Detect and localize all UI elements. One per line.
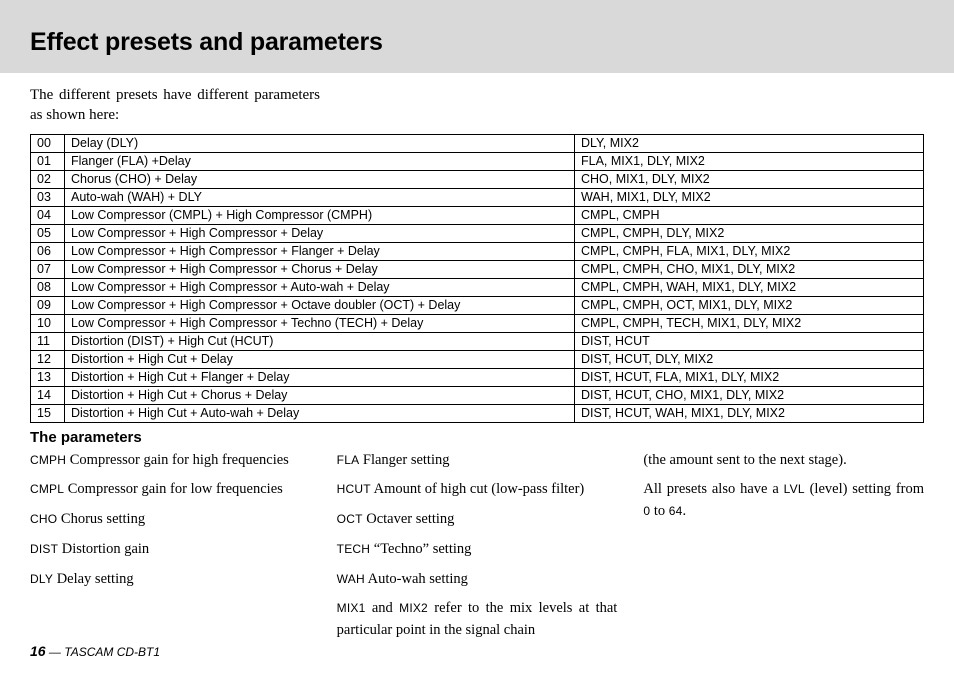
preset-number: 12: [31, 350, 65, 368]
preset-description: Distortion (DIST) + High Cut (HCUT): [65, 332, 575, 350]
preset-params: CMPL, CMPH, OCT, MIX1, DLY, MIX2: [575, 296, 924, 314]
preset-number: 01: [31, 152, 65, 170]
preset-description: Low Compressor + High Compressor + Flang…: [65, 242, 575, 260]
preset-params: DIST, HCUT: [575, 332, 924, 350]
preset-params: DIST, HCUT, CHO, MIX1, DLY, MIX2: [575, 386, 924, 404]
def-cho: CHO Chorus setting: [30, 509, 311, 531]
preset-number: 00: [31, 134, 65, 152]
def-mix: MIX1 and MIX2 refer to the mix levels at…: [337, 598, 618, 642]
table-row: 11Distortion (DIST) + High Cut (HCUT)DIS…: [31, 332, 924, 350]
preset-params: DIST, HCUT, FLA, MIX1, DLY, MIX2: [575, 368, 924, 386]
preset-params: DLY, MIX2: [575, 134, 924, 152]
preset-description: Delay (DLY): [65, 134, 575, 152]
table-row: 13Distortion + High Cut + Flanger + Dela…: [31, 368, 924, 386]
def-dly: DLY Delay setting: [30, 569, 311, 591]
preset-params: CMPL, CMPH, TECH, MIX1, DLY, MIX2: [575, 314, 924, 332]
preset-number: 09: [31, 296, 65, 314]
preset-params: CMPL, CMPH, CHO, MIX1, DLY, MIX2: [575, 260, 924, 278]
preset-description: Distortion + High Cut + Flanger + Delay: [65, 368, 575, 386]
product-name: TASCAM CD-BT1: [64, 645, 160, 659]
table-row: 06Low Compressor + High Compressor + Fla…: [31, 242, 924, 260]
preset-description: Flanger (FLA) +Delay: [65, 152, 575, 170]
table-row: 04Low Compressor (CMPL) + High Compresso…: [31, 206, 924, 224]
def-oct: OCT Octaver setting: [337, 509, 618, 531]
def-fla: FLA Flanger setting: [337, 450, 618, 472]
table-row: 01Flanger (FLA) +DelayFLA, MIX1, DLY, MI…: [31, 152, 924, 170]
table-row: 12Distortion + High Cut + DelayDIST, HCU…: [31, 350, 924, 368]
preset-params: CMPL, CMPH, FLA, MIX1, DLY, MIX2: [575, 242, 924, 260]
preset-number: 03: [31, 188, 65, 206]
preset-number: 13: [31, 368, 65, 386]
preset-params: CMPL, CMPH, DLY, MIX2: [575, 224, 924, 242]
table-row: 07Low Compressor + High Compressor + Cho…: [31, 260, 924, 278]
def-cmph: CMPH Compressor gain for high frequencie…: [30, 450, 311, 472]
preset-number: 06: [31, 242, 65, 260]
table-row: 14Distortion + High Cut + Chorus + Delay…: [31, 386, 924, 404]
table-row: 02Chorus (CHO) + DelayCHO, MIX1, DLY, MI…: [31, 170, 924, 188]
preset-number: 14: [31, 386, 65, 404]
table-row: 03Auto-wah (WAH) + DLYWAH, MIX1, DLY, MI…: [31, 188, 924, 206]
preset-params: DIST, HCUT, DLY, MIX2: [575, 350, 924, 368]
preset-number: 15: [31, 404, 65, 422]
preset-description: Chorus (CHO) + Delay: [65, 170, 575, 188]
page-number: 16: [30, 643, 46, 659]
preset-number: 05: [31, 224, 65, 242]
def-lvl: All presets also have a LVL (level) sett…: [643, 479, 924, 523]
def-dist: DIST Distortion gain: [30, 539, 311, 561]
preset-number: 04: [31, 206, 65, 224]
preset-description: Distortion + High Cut + Auto-wah + Delay: [65, 404, 575, 422]
parameters-heading: The parameters: [30, 429, 924, 446]
preset-description: Low Compressor + High Compressor + Octav…: [65, 296, 575, 314]
preset-params: DIST, HCUT, WAH, MIX1, DLY, MIX2: [575, 404, 924, 422]
presets-table: 00Delay (DLY)DLY, MIX201Flanger (FLA) +D…: [30, 134, 924, 423]
preset-description: Low Compressor + High Compressor + Auto-…: [65, 278, 575, 296]
def-hcut: HCUT Amount of high cut (low-pass filter…: [337, 479, 618, 501]
preset-params: WAH, MIX1, DLY, MIX2: [575, 188, 924, 206]
preset-description: Auto-wah (WAH) + DLY: [65, 188, 575, 206]
table-row: 10Low Compressor + High Compressor + Tec…: [31, 314, 924, 332]
parameters-columns: CMPH Compressor gain for high frequencie…: [30, 450, 924, 650]
table-row: 05Low Compressor + High Compressor + Del…: [31, 224, 924, 242]
table-row: 09Low Compressor + High Compressor + Oct…: [31, 296, 924, 314]
preset-description: Low Compressor + High Compressor + Choru…: [65, 260, 575, 278]
preset-params: CMPL, CMPH, WAH, MIX1, DLY, MIX2: [575, 278, 924, 296]
intro-text: The different presets have different par…: [30, 85, 320, 126]
preset-description: Low Compressor + High Compressor + Delay: [65, 224, 575, 242]
preset-params: FLA, MIX1, DLY, MIX2: [575, 152, 924, 170]
preset-description: Distortion + High Cut + Chorus + Delay: [65, 386, 575, 404]
table-row: 00Delay (DLY)DLY, MIX2: [31, 134, 924, 152]
def-cmpl: CMPL Compressor gain for low frequencies: [30, 479, 311, 501]
preset-number: 07: [31, 260, 65, 278]
preset-number: 10: [31, 314, 65, 332]
preset-description: Distortion + High Cut + Delay: [65, 350, 575, 368]
preset-params: CMPL, CMPH: [575, 206, 924, 224]
def-wah: WAH Auto-wah setting: [337, 569, 618, 591]
page-footer: 16 — TASCAM CD-BT1: [30, 643, 160, 659]
def-mix-cont: (the amount sent to the next stage).: [643, 450, 924, 472]
preset-description: Low Compressor + High Compressor + Techn…: [65, 314, 575, 332]
preset-number: 08: [31, 278, 65, 296]
table-row: 08Low Compressor + High Compressor + Aut…: [31, 278, 924, 296]
preset-number: 11: [31, 332, 65, 350]
table-row: 15Distortion + High Cut + Auto-wah + Del…: [31, 404, 924, 422]
preset-params: CHO, MIX1, DLY, MIX2: [575, 170, 924, 188]
page-title: Effect presets and parameters: [30, 28, 924, 57]
preset-number: 02: [31, 170, 65, 188]
preset-description: Low Compressor (CMPL) + High Compressor …: [65, 206, 575, 224]
def-tech: TECH “Techno” setting: [337, 539, 618, 561]
